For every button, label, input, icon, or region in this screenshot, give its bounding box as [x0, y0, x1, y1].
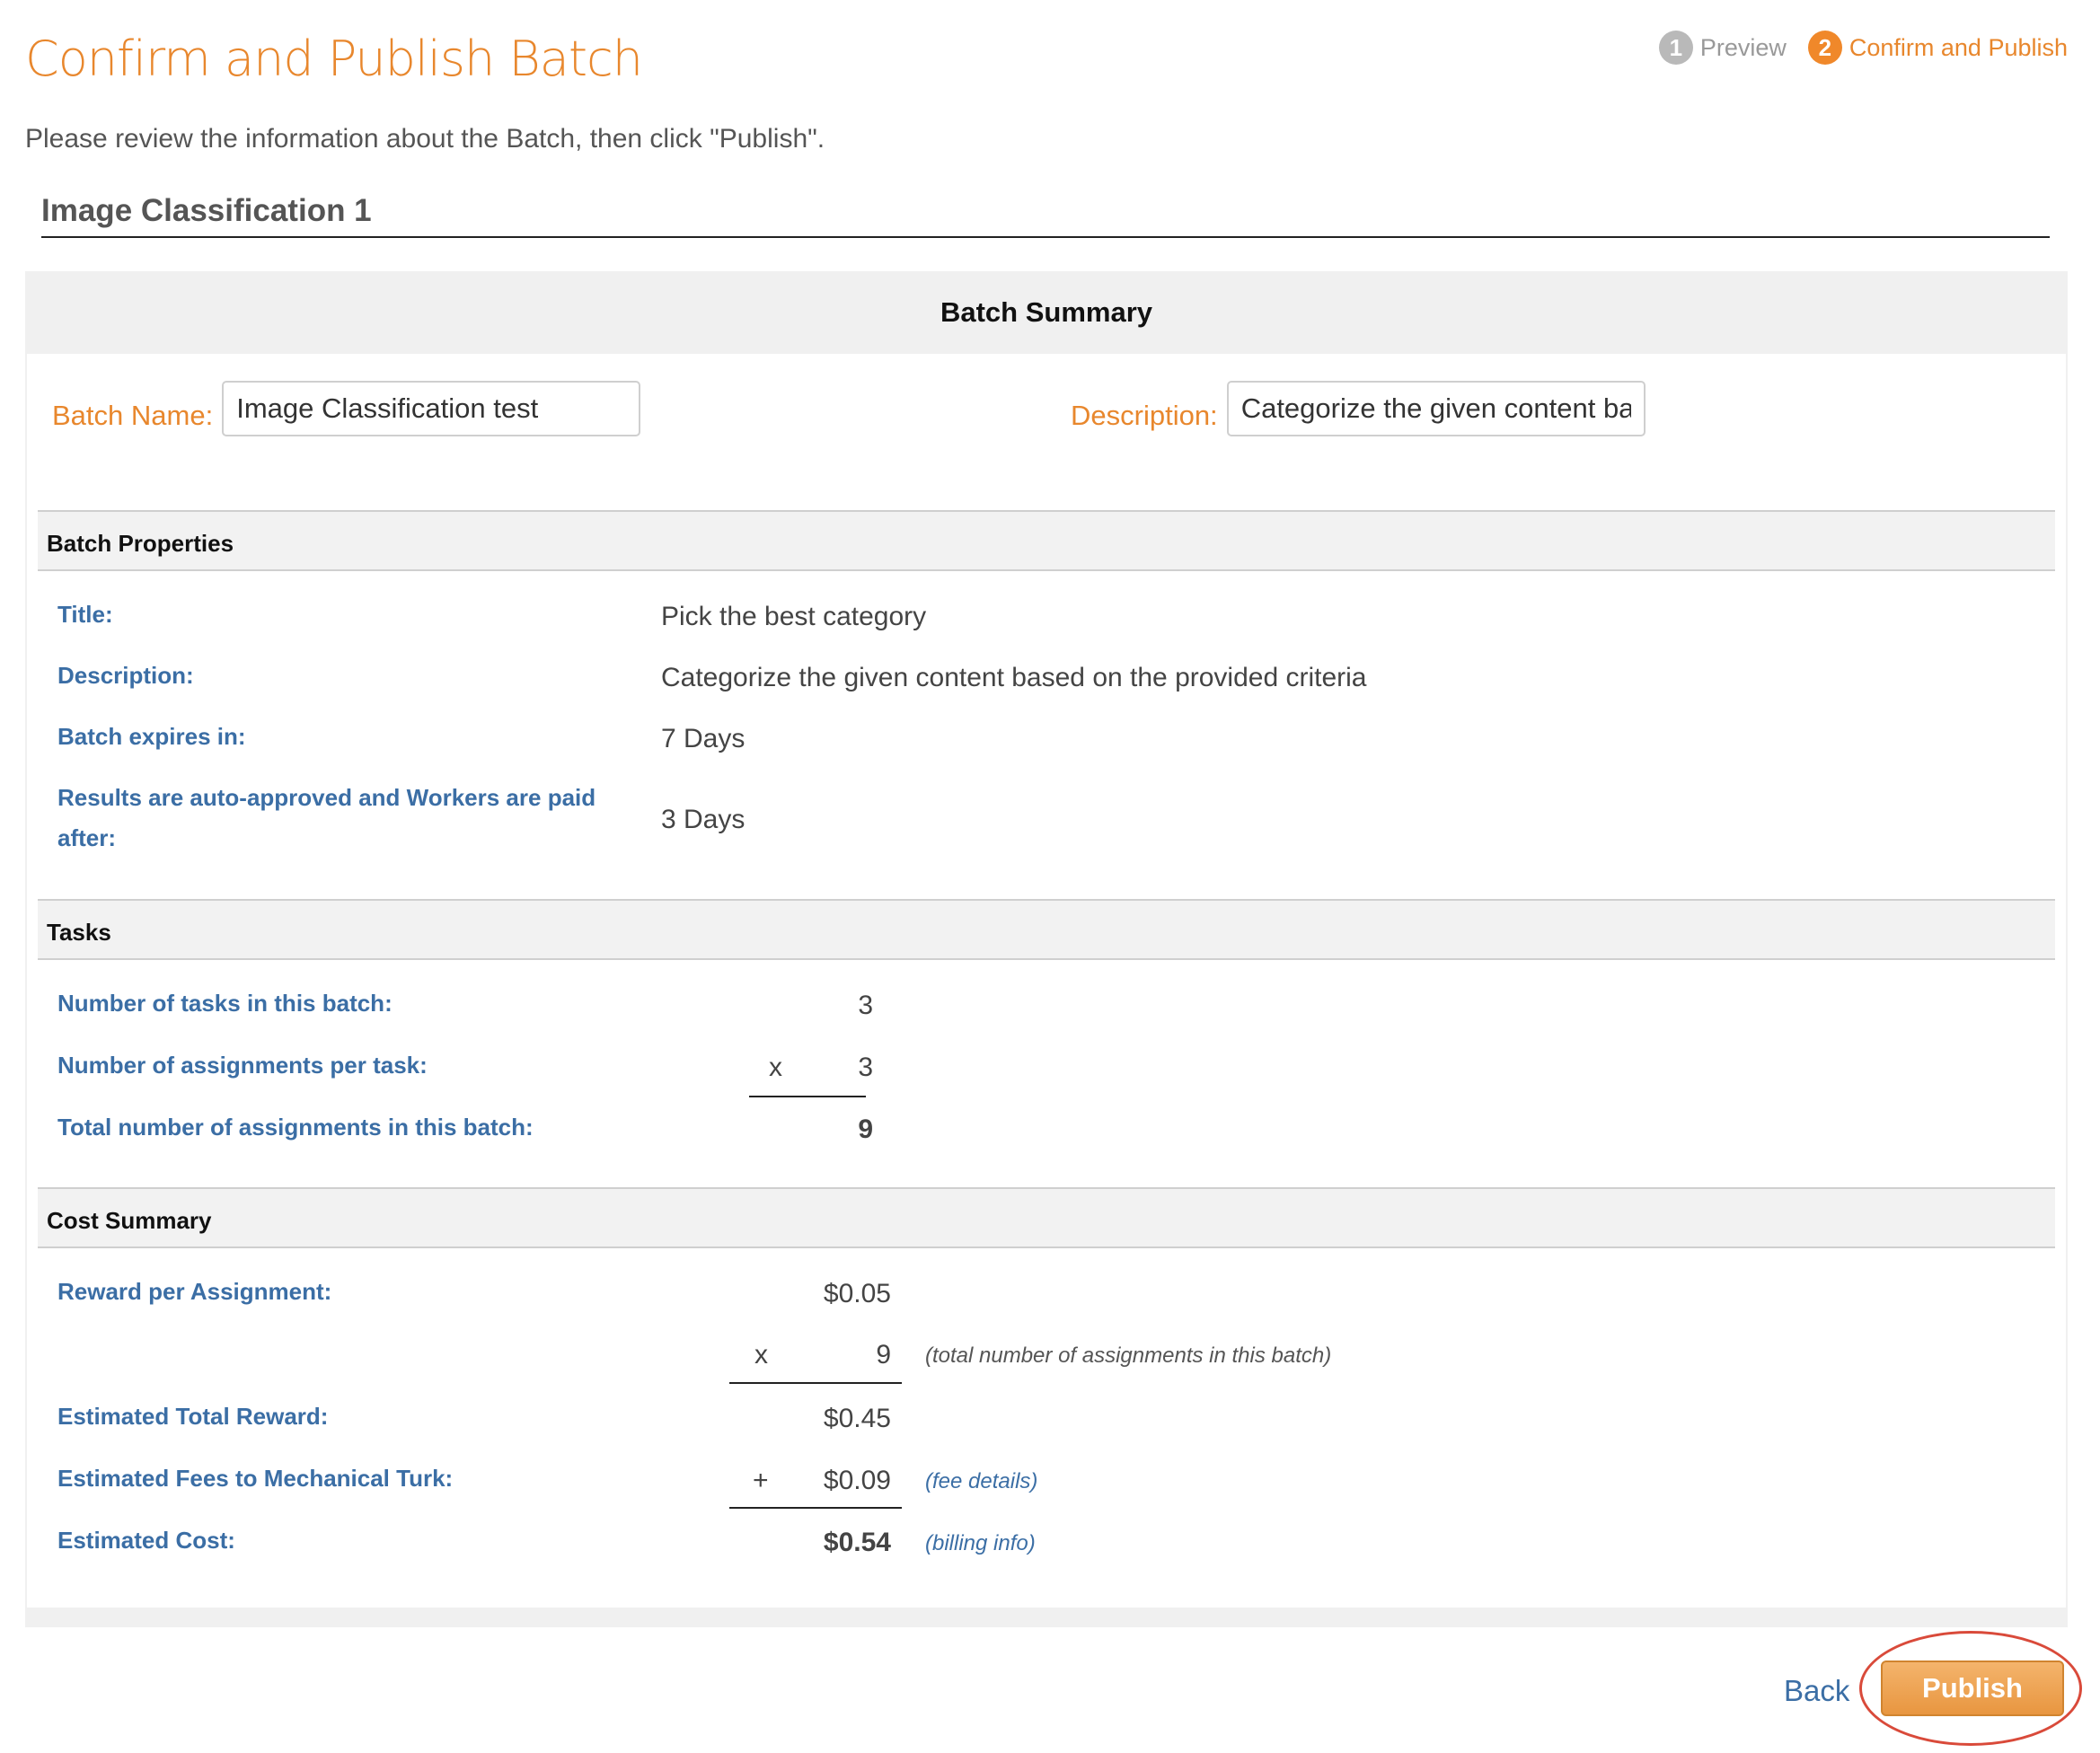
- reward-multiplier-value: 9: [876, 1340, 891, 1370]
- page: Confirm and Publish Batch 1 Preview 2 Co…: [0, 0, 2100, 1753]
- step-preview-label: Preview: [1699, 33, 1787, 61]
- description-row: Description:: [1071, 381, 1646, 436]
- fee-details-link[interactable]: (fee details): [925, 1469, 1037, 1494]
- batch-name-label: Batch Name:: [52, 400, 214, 431]
- instructions-text: Please review the information about the …: [25, 124, 825, 154]
- total-assignments-value: 9: [858, 1114, 873, 1144]
- property-description-value: Categorize the given content based on th…: [661, 663, 1367, 692]
- property-description-label: Description:: [57, 662, 194, 689]
- batch-summary-panel: Batch Summary Batch Name: Description: B…: [25, 271, 2068, 1627]
- tasks-sum-rule: [749, 1096, 866, 1097]
- num-tasks-value: 3: [858, 991, 873, 1020]
- batch-heading: Image Classification 1: [41, 193, 2050, 238]
- tasks-title: Tasks: [47, 919, 111, 946]
- step-confirm-publish: 2 Confirm and Publish: [1807, 31, 2068, 65]
- reward-per-assignment-label: Reward per Assignment:: [57, 1278, 332, 1305]
- batch-summary-body: Batch Name: Description: Batch Propertie…: [27, 354, 2066, 1608]
- property-title-value: Pick the best category: [661, 602, 927, 631]
- batch-name-row: Batch Name:: [52, 381, 641, 436]
- step-1-number-icon: 1: [1658, 31, 1693, 65]
- estimated-total-reward-value: $0.45: [823, 1404, 891, 1433]
- description-label: Description:: [1071, 400, 1218, 431]
- step-2-number-icon: 2: [1807, 31, 1842, 65]
- estimated-fees-value: $0.09: [823, 1466, 891, 1495]
- assignments-per-task-label: Number of assignments per task:: [57, 1052, 428, 1079]
- property-expires-label: Batch expires in:: [57, 723, 246, 750]
- tasks-section: Tasks: [38, 899, 2055, 960]
- batch-summary-title: Batch Summary: [940, 296, 1153, 328]
- step-preview[interactable]: 1 Preview: [1658, 31, 1787, 65]
- property-auto-approve-label-cont: after:: [57, 824, 117, 851]
- num-tasks-label: Number of tasks in this batch:: [57, 990, 393, 1017]
- property-expires-value: 7 Days: [661, 724, 746, 753]
- fees-plus-sign: +: [753, 1466, 769, 1495]
- reward-per-assignment-value: $0.05: [823, 1279, 891, 1308]
- batch-name-input[interactable]: [222, 381, 641, 436]
- reward-multiply-sign: x: [754, 1340, 768, 1370]
- property-title-label: Title:: [57, 601, 113, 628]
- step-confirm-publish-label: Confirm and Publish: [1849, 33, 2068, 61]
- billing-info-link[interactable]: (billing info): [925, 1531, 1036, 1556]
- estimated-cost-label: Estimated Cost:: [57, 1527, 235, 1554]
- description-input[interactable]: [1226, 381, 1646, 436]
- batch-properties-section: Batch Properties: [38, 510, 2055, 571]
- reward-multiplier-note: (total number of assignments in this bat…: [925, 1343, 1332, 1368]
- estimated-cost-value: $0.54: [823, 1528, 891, 1557]
- property-auto-approve-label: Results are auto-approved and Workers ar…: [57, 784, 596, 811]
- estimated-fees-label: Estimated Fees to Mechanical Turk:: [57, 1465, 454, 1492]
- property-auto-approve-value: 3 Days: [661, 805, 746, 834]
- fees-sum-rule: [729, 1507, 902, 1509]
- batch-properties-title: Batch Properties: [47, 530, 234, 557]
- assignments-per-task-value: 3: [858, 1053, 873, 1082]
- back-link[interactable]: Back: [1784, 1674, 1849, 1708]
- step-indicator: 1 Preview 2 Confirm and Publish: [1658, 31, 2068, 65]
- cost-summary-title: Cost Summary: [47, 1207, 212, 1234]
- publish-button[interactable]: Publish: [1881, 1661, 2064, 1716]
- total-assignments-label: Total number of assignments in this batc…: [57, 1114, 534, 1141]
- assignments-multiply-sign: x: [769, 1053, 782, 1082]
- cost-summary-section: Cost Summary: [38, 1187, 2055, 1248]
- page-title: Confirm and Publish Batch: [25, 31, 643, 87]
- reward-sum-rule: [729, 1382, 902, 1384]
- estimated-total-reward-label: Estimated Total Reward:: [57, 1403, 329, 1430]
